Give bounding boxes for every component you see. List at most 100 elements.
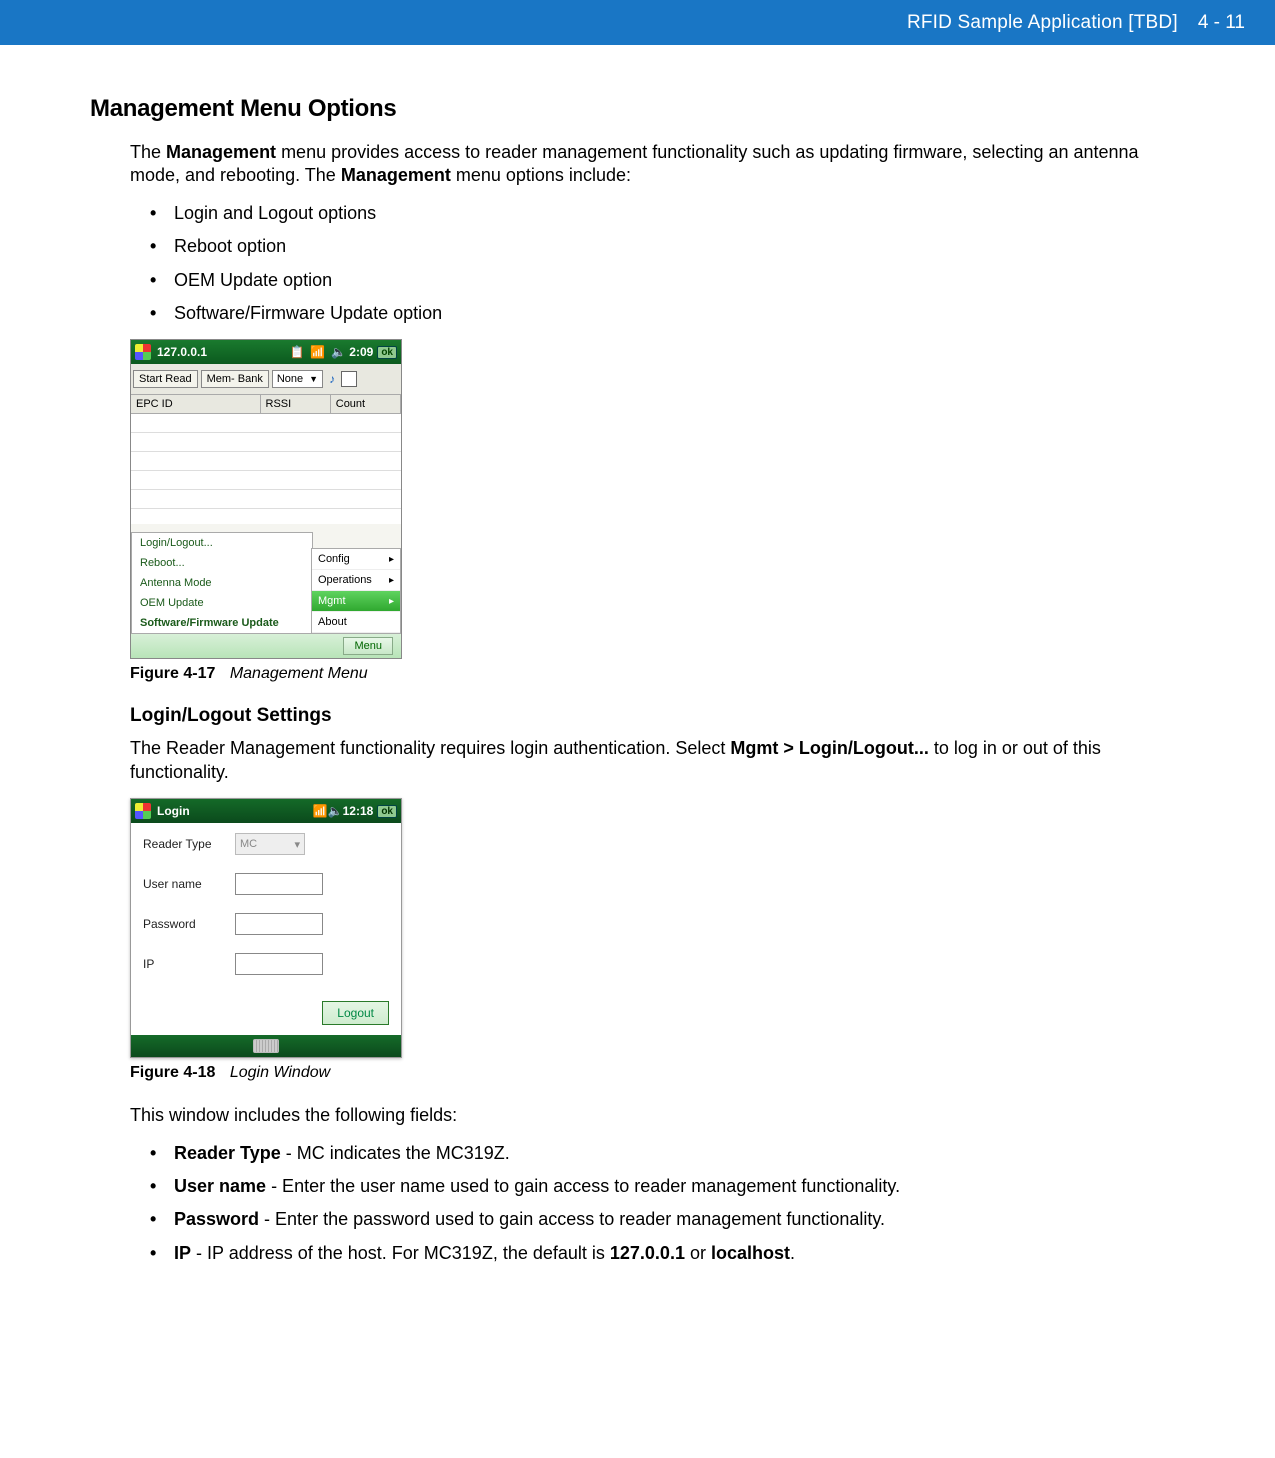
options-list: Login and Logout options Reboot option O… — [150, 202, 1185, 326]
intro-text-2: menu provides access to reader managemen… — [130, 142, 1139, 185]
list-item: Reader Type - MC indicates the MC319Z. — [150, 1142, 1185, 1165]
username-label: User name — [143, 877, 235, 891]
fig17-title-ip: 127.0.0.1 — [157, 345, 207, 359]
sub-text-1: The Reader Management functionality requ… — [130, 738, 730, 758]
field-desc-mid: or — [685, 1243, 711, 1263]
menu-item-firmware-update[interactable]: Software/Firmware Update — [132, 613, 312, 633]
fig17-main-menu: Config ▸ Operations ▸ Mgmt ▸ About — [311, 548, 401, 634]
logout-button[interactable]: Logout — [322, 1001, 389, 1025]
checkbox[interactable] — [341, 371, 357, 387]
keyboard-icon[interactable] — [253, 1039, 279, 1053]
reader-type-value: MC — [240, 838, 257, 850]
row-password: Password — [143, 913, 389, 935]
fig17-caption: Figure 4-17 Management Menu — [130, 665, 1185, 683]
list-item: Login and Logout options — [150, 202, 1185, 225]
figure-4-17: 127.0.0.1 📋 📶 🔈 2:09 ok Start Read Mem- … — [130, 339, 1185, 659]
fig18-window: Login 📶 🔈 12:18 ok Reader Type MC ▾ User… — [130, 798, 402, 1058]
fig18-button-row: Logout — [131, 997, 401, 1035]
menu-item-oem-update[interactable]: OEM Update — [132, 593, 312, 613]
list-item: Password - Enter the password used to ga… — [150, 1208, 1185, 1231]
mem-bank-label: Mem- Bank — [201, 370, 269, 388]
fields-intro: This window includes the following field… — [130, 1104, 1185, 1127]
mem-bank-select[interactable]: None ▼ — [272, 370, 323, 388]
clipboard-icon: 📋 — [289, 345, 304, 359]
list-item: OEM Update option — [150, 269, 1185, 292]
list-item: Reboot option — [150, 235, 1185, 258]
intro-text-3: menu options include: — [451, 165, 631, 185]
password-label: Password — [143, 917, 235, 931]
intro-paragraph: The Management menu provides access to r… — [130, 141, 1185, 188]
fig17-grid-header: EPC ID RSSI Count — [131, 395, 401, 414]
fig17-caption-label: Figure 4-17 — [130, 665, 215, 682]
row-username: User name — [143, 873, 389, 895]
speaker-icon: 🔈 — [328, 804, 343, 818]
start-read-button[interactable]: Start Read — [133, 370, 198, 388]
menu-item-login-logout[interactable]: Login/Logout... — [132, 533, 312, 553]
col-epc: EPC ID — [131, 395, 261, 413]
fig17-mgmt-submenu: Login/Logout... Reboot... Antenna Mode O… — [131, 532, 313, 634]
fig18-caption: Figure 4-18 Login Window — [130, 1064, 1185, 1082]
menu-label: Operations — [318, 574, 372, 586]
ip-label: IP — [143, 957, 235, 971]
mem-bank-value: None — [277, 373, 303, 385]
username-input[interactable] — [235, 873, 323, 895]
menu-item-antenna-mode[interactable]: Antenna Mode — [132, 573, 312, 593]
section-heading: Management Menu Options — [90, 95, 1185, 123]
fig18-titlebar: Login 📶 🔈 12:18 ok — [131, 799, 401, 823]
menu-item-reboot[interactable]: Reboot... — [132, 553, 312, 573]
windows-logo-icon — [135, 803, 151, 819]
page-header: RFID Sample Application [TBD] 4 - 11 — [0, 0, 1275, 45]
list-item: Software/Firmware Update option — [150, 302, 1185, 325]
fig17-caption-title: Management Menu — [230, 665, 368, 682]
chevron-down-icon: ▼ — [309, 374, 318, 384]
menu-item-about[interactable]: About — [312, 612, 400, 633]
fig18-footer — [131, 1035, 401, 1057]
menu-item-operations[interactable]: Operations ▸ — [312, 570, 400, 591]
password-input[interactable] — [235, 913, 323, 935]
figure-4-18: Login 📶 🔈 12:18 ok Reader Type MC ▾ User… — [130, 798, 1185, 1058]
page-content: Management Menu Options The Management m… — [0, 45, 1275, 1299]
chevron-down-icon: ▾ — [294, 838, 300, 851]
menu-label: Config — [318, 553, 350, 565]
field-desc-1: - IP address of the host. For MC319Z, th… — [191, 1243, 610, 1263]
ok-button[interactable]: ok — [377, 805, 397, 818]
chevron-right-icon: ▸ — [389, 554, 394, 565]
intro-bold-2: Management — [341, 165, 451, 185]
row-reader-type: Reader Type MC ▾ — [143, 833, 389, 855]
ok-button[interactable]: ok — [377, 346, 397, 359]
signal-icon: 📶 — [313, 804, 328, 818]
field-desc: - MC indicates the MC319Z. — [281, 1143, 510, 1163]
fig18-title: Login — [157, 804, 190, 818]
col-count: Count — [331, 395, 401, 413]
reader-type-select[interactable]: MC ▾ — [235, 833, 305, 855]
menu-label: Mgmt — [318, 595, 346, 607]
menu-button[interactable]: Menu — [343, 637, 393, 655]
list-item: User name - Enter the user name used to … — [150, 1175, 1185, 1198]
row-ip: IP — [143, 953, 389, 975]
chevron-right-icon: ▸ — [389, 575, 394, 586]
field-desc: - Enter the password used to gain access… — [259, 1209, 885, 1229]
chevron-right-icon: ▸ — [389, 596, 394, 607]
fig18-time: 12:18 — [343, 804, 374, 818]
list-item: IP - IP address of the host. For MC319Z,… — [150, 1242, 1185, 1265]
field-ip-default: 127.0.0.1 — [610, 1243, 685, 1263]
field-name: Password — [174, 1209, 259, 1229]
fig18-caption-title: Login Window — [230, 1064, 330, 1081]
subsection-paragraph: The Reader Management functionality requ… — [130, 737, 1185, 784]
field-name: User name — [174, 1176, 266, 1196]
fig17-menu-overlay: Login/Logout... Reboot... Antenna Mode O… — [131, 524, 401, 634]
fields-list: Reader Type - MC indicates the MC319Z. U… — [150, 1142, 1185, 1266]
music-note-icon: ♪ — [329, 372, 335, 386]
fig17-window: 127.0.0.1 📋 📶 🔈 2:09 ok Start Read Mem- … — [130, 339, 402, 659]
col-rssi: RSSI — [261, 395, 331, 413]
ip-input[interactable] — [235, 953, 323, 975]
fig17-grid-body — [131, 414, 401, 524]
intro-bold-1: Management — [166, 142, 276, 162]
menu-item-mgmt[interactable]: Mgmt ▸ — [312, 591, 400, 612]
signal-icon: 📶 — [310, 345, 325, 359]
subsection-heading: Login/Logout Settings — [130, 705, 1185, 727]
fig17-bottom-bar: Menu — [131, 634, 401, 658]
field-name: Reader Type — [174, 1143, 281, 1163]
field-desc: - Enter the user name used to gain acces… — [266, 1176, 900, 1196]
menu-item-config[interactable]: Config ▸ — [312, 549, 400, 570]
